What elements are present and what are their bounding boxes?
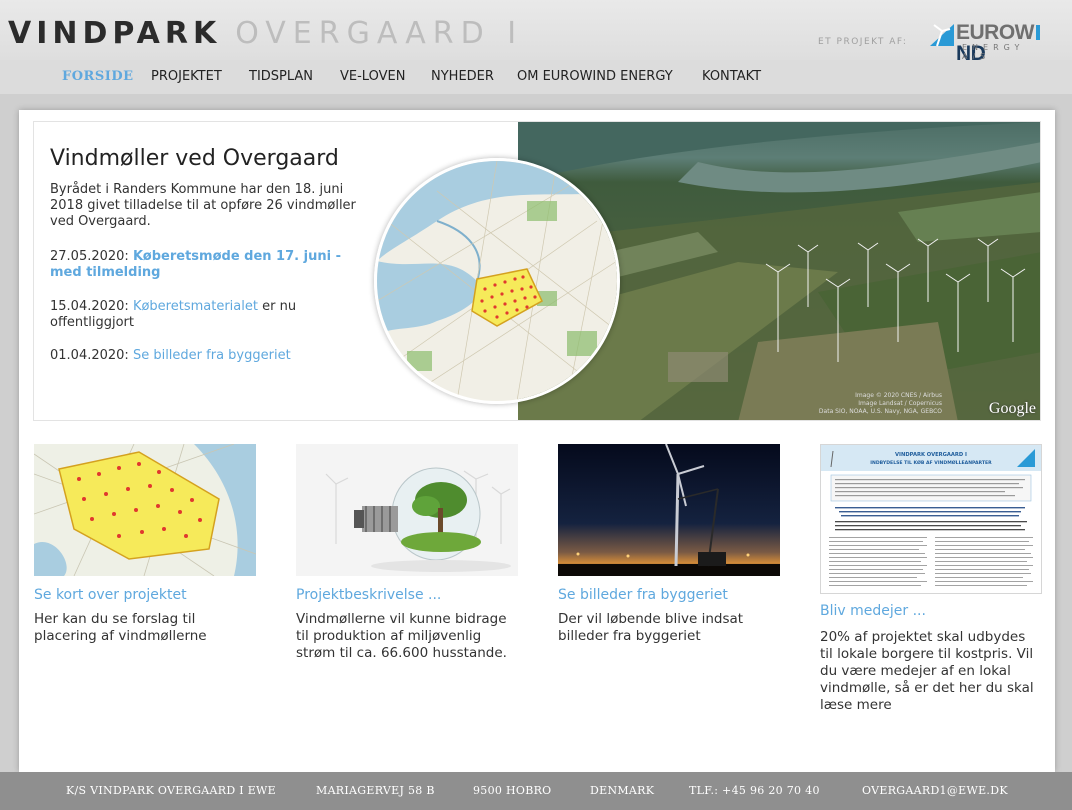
- tile-description-title[interactable]: Projektbeskrivelse ...: [296, 587, 441, 603]
- news-item: 01.04.2020: Se billeder fra byggeriet: [50, 348, 360, 364]
- project-map-graphic: [377, 161, 617, 401]
- nav-item-ve-loven[interactable]: VE-LOVEN: [340, 69, 405, 84]
- tile-co-owner-image[interactable]: VINDPARK OVERGAARD I INDBYDELSE TIL KØB …: [820, 444, 1042, 594]
- news-date: 15.04.2020:: [50, 299, 133, 314]
- footer-company: K/S VINDPARK OVERGAARD I EWE: [66, 784, 276, 797]
- tile-description-text: Vindmøllerne vil kunne bidrage til produ…: [296, 611, 507, 661]
- tile-map-title[interactable]: Se kort over projektet: [34, 587, 187, 603]
- project-map-circle: [374, 158, 620, 404]
- nav-item-projektet[interactable]: PROJEKTET: [151, 69, 222, 84]
- construction-night-image: [558, 444, 780, 576]
- footer-address: MARIAGERVEJ 58 B: [316, 784, 435, 797]
- site-header: VINDPARK OVERGAARD I ET PROJEKT AF: EUROW…: [0, 0, 1072, 64]
- tile-co-owner-text: 20% af projektet skal udbydes til lokale…: [820, 629, 1034, 713]
- site-logo[interactable]: VINDPARK OVERGAARD I: [8, 18, 523, 50]
- logo-sub-text: OVERGAARD I: [235, 16, 524, 51]
- eurowind-logo[interactable]: EUROWND ENERGY A/S: [928, 22, 1058, 64]
- brand-sub: ENERGY A/S: [962, 43, 1025, 61]
- footer-city: 9500 HOBRO: [473, 784, 552, 797]
- content-card: Vindmøller ved Overgaard Byrådet i Rande…: [19, 110, 1055, 772]
- news-link[interactable]: Køberetsmaterialet: [133, 299, 258, 314]
- tile-co-owner-title[interactable]: Bliv medejer ...: [820, 603, 926, 619]
- footer-email[interactable]: OVERGAARD1@EWE.DK: [862, 784, 1008, 797]
- doc-title-2: INDBYDELSE TIL KØB AF VINDMØLLEANPARTER: [870, 459, 992, 466]
- footer-phone[interactable]: TLF.: +45 96 20 70 40: [689, 784, 820, 797]
- nav-item-nyheder[interactable]: NYHEDER: [431, 69, 494, 84]
- header-tagline: ET PROJEKT AF:: [818, 37, 908, 47]
- hero-text: Byrådet i Randers Kommune har den 18. ju…: [50, 182, 356, 229]
- google-watermark: Google: [988, 400, 1036, 417]
- news-link[interactable]: Se billeder fra byggeriet: [133, 348, 291, 363]
- hero-title: Vindmøller ved Overgaard: [50, 146, 339, 171]
- lightbulb-tree-image: [296, 444, 518, 576]
- tile-map-text: Her kan du se forslag til placering af v…: [34, 611, 207, 644]
- prospectus-document-thumbnail: VINDPARK OVERGAARD I INDBYDELSE TIL KØB …: [821, 445, 1041, 593]
- wind-turbine-logo-icon: [930, 24, 954, 47]
- hero-section: Vindmøller ved Overgaard Byrådet i Rande…: [33, 121, 1041, 421]
- footer-country: DENMARK: [590, 784, 655, 797]
- nav-item-om-eurowind[interactable]: OM EUROWIND ENERGY: [517, 69, 673, 84]
- news-date: 27.05.2020:: [50, 249, 133, 264]
- doc-title-1: VINDPARK OVERGAARD I: [895, 452, 967, 458]
- news-item: 27.05.2020: Køberetsmøde den 17. juni - …: [50, 249, 360, 281]
- tile-construction-text: Der vil løbende blive indsat billeder fr…: [558, 611, 744, 644]
- news-date: 01.04.2020:: [50, 348, 133, 363]
- tile-map-image[interactable]: [34, 444, 256, 576]
- nav-item-forside[interactable]: FORSIDE: [62, 69, 134, 84]
- nav-item-tidsplan[interactable]: TIDSPLAN: [249, 69, 313, 84]
- tile-description-image[interactable]: [296, 444, 518, 576]
- main-nav: FORSIDE PROJEKTET TIDSPLAN VE-LOVEN NYHE…: [0, 60, 1072, 94]
- imagery-credit: Image © 2020 CNES / Airbus Image Landsat…: [818, 392, 942, 415]
- logo-main-text: VINDPARK: [8, 16, 222, 51]
- tile-construction-title[interactable]: Se billeder fra byggeriet: [558, 587, 728, 603]
- news-item: 15.04.2020: Køberetsmaterialet er nu off…: [50, 299, 360, 331]
- site-footer: K/S VINDPARK OVERGAARD I EWE MARIAGERVEJ…: [0, 772, 1072, 810]
- tile-construction-image[interactable]: [558, 444, 780, 576]
- nav-item-kontakt[interactable]: KONTAKT: [702, 69, 761, 84]
- project-map-thumbnail: [34, 444, 256, 576]
